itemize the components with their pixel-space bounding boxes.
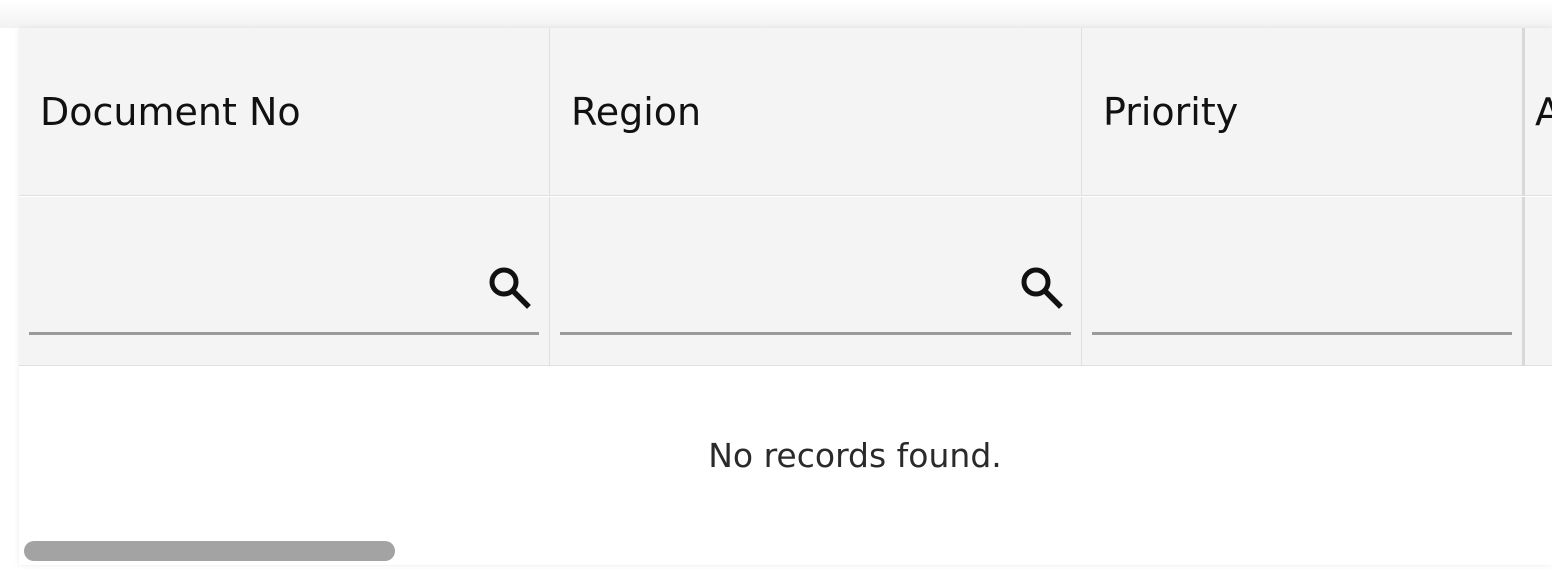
column-header-truncated[interactable]: A <box>1525 28 1552 196</box>
header-row: Document No Region Priority A <box>19 28 1552 196</box>
filter-cell-region <box>550 197 1082 366</box>
filter-cell-document-no <box>19 197 550 366</box>
data-grid: Document No Region Priority A No records… <box>19 28 1552 565</box>
column-header-label: Region <box>571 90 702 134</box>
priority-filter-input[interactable] <box>1092 247 1512 335</box>
column-header-document-no[interactable]: Document No <box>19 28 550 196</box>
filter-cell-truncated <box>1525 197 1552 366</box>
search-icon[interactable] <box>1017 263 1065 311</box>
filter-cell-priority <box>1082 197 1525 366</box>
top-shadow <box>0 0 1552 28</box>
column-header-priority[interactable]: Priority <box>1082 28 1525 196</box>
search-icon[interactable] <box>485 263 533 311</box>
empty-message: No records found. <box>708 436 1002 475</box>
column-header-region[interactable]: Region <box>550 28 1082 196</box>
horizontal-scrollbar-thumb[interactable] <box>24 541 395 561</box>
column-header-label: A <box>1535 90 1552 134</box>
column-header-label: Priority <box>1103 90 1239 134</box>
filter-row <box>19 197 1552 366</box>
document-no-filter-input[interactable] <box>29 247 539 335</box>
column-header-label: Document No <box>40 90 301 134</box>
region-filter-input[interactable] <box>560 247 1071 335</box>
